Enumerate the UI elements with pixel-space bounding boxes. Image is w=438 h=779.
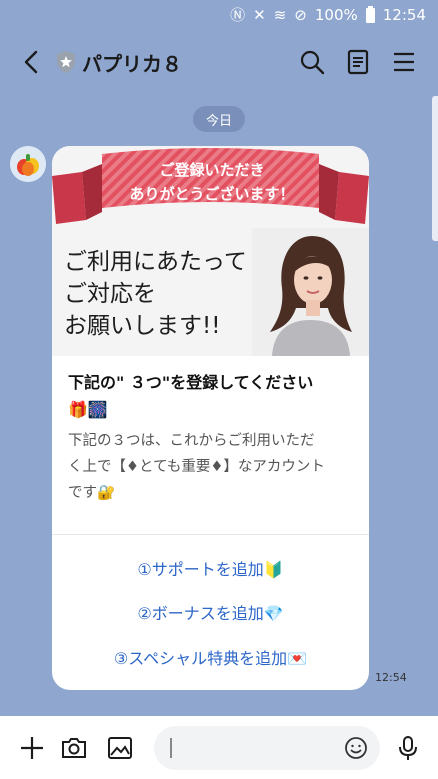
add-special-bonus-button[interactable]: ③スペシャル特典を追加💌: [52, 645, 369, 669]
body-line-3: です🔐: [68, 485, 116, 501]
wifi-icon: ≋: [273, 5, 287, 24]
battery-text: 100%: [314, 6, 358, 24]
mute-icon: ✕: [253, 5, 266, 24]
input-bar: [0, 716, 438, 779]
image-icon[interactable]: [106, 734, 134, 762]
message-content: 下記の" ３つ"を登録してください 🎁🎆 下記の３つは、これからご利用いただ く…: [52, 356, 369, 506]
headline-line-1: ご利用にあたって: [64, 249, 247, 275]
do-not-disturb-icon: ⊘: [294, 5, 307, 24]
status-bar: Ⓝ ✕ ≋ ⊘ 100% 12:54: [0, 0, 438, 30]
ribbon-line-1: ご登録いただき: [159, 161, 265, 179]
message-banner: ご登録いただき ありがとうございます！ ご利用にあたって ご対応を お願いします…: [52, 146, 369, 356]
nfc-icon: Ⓝ: [230, 5, 246, 24]
back-icon[interactable]: [18, 48, 46, 76]
headline-line-3: お願いします!!: [64, 313, 221, 339]
woman-portrait-image: [252, 228, 369, 356]
message-body: 下記の３つは、これからご利用いただ く上で【♦とても重要♦】なアカウント です🔐: [68, 428, 353, 506]
add-bonus-button[interactable]: ②ボーナスを追加💎: [52, 600, 369, 624]
add-support-button[interactable]: ①サポートを追加🔰: [52, 556, 369, 580]
microphone-icon[interactable]: [394, 734, 422, 762]
body-line-1: 下記の３つは、これからご利用いただ: [68, 433, 315, 449]
chat-title: パプリカ８: [82, 52, 182, 76]
title-emojis: 🎁🎆: [68, 400, 108, 419]
status-time: 12:54: [382, 6, 426, 24]
ribbon-line-2: ありがとうございます！: [129, 185, 295, 203]
divider: [52, 534, 369, 535]
date-label: 今日: [193, 106, 245, 132]
shield-icon: [57, 51, 75, 73]
plus-icon[interactable]: [18, 734, 46, 762]
paprika-icon: [10, 146, 46, 182]
emoji-icon[interactable]: [344, 736, 368, 760]
search-icon[interactable]: [298, 48, 326, 76]
body-line-2: く上で【♦とても重要♦】なアカウント: [68, 459, 325, 475]
battery-icon: [365, 5, 375, 23]
banner-headline: ご利用にあたって ご対応を お願いします!!: [64, 246, 274, 342]
message-card: ご登録いただき ありがとうございます！ ご利用にあたって ご対応を お願いします…: [52, 146, 369, 690]
menu-icon[interactable]: [390, 48, 418, 76]
scrollbar[interactable]: [432, 96, 438, 241]
message-time: 12:54: [375, 671, 407, 684]
text-cursor: [170, 738, 172, 758]
avatar[interactable]: [10, 146, 46, 182]
chat-header: パプリカ８: [0, 30, 438, 94]
message-title: 下記の" ３つ"を登録してください: [68, 373, 314, 392]
headline-line-2: ご対応を: [64, 281, 156, 307]
notes-icon[interactable]: [344, 48, 372, 76]
camera-icon[interactable]: [60, 734, 88, 762]
ribbon-text: ご登録いただき ありがとうございます！: [122, 158, 302, 206]
